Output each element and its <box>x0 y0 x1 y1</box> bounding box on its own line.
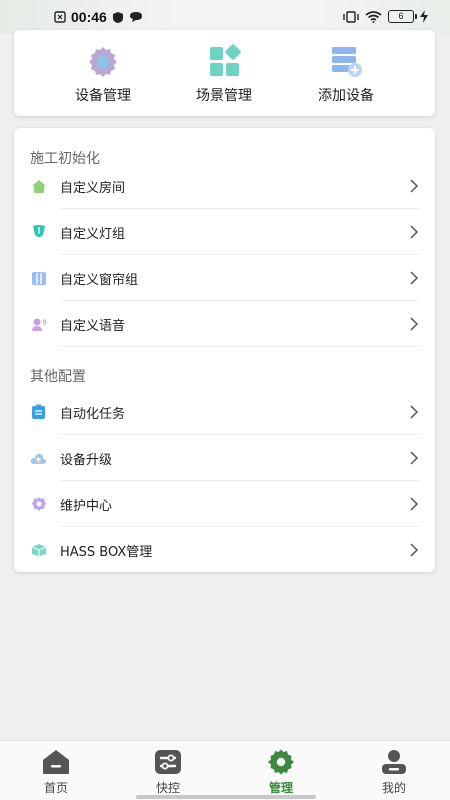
custom-light-group-item[interactable]: 自定义灯组 <box>30 209 420 255</box>
shield-icon <box>112 11 123 23</box>
nav-manage-label: 管理 <box>268 781 293 795</box>
custom-voice-item[interactable]: 自定义语音 <box>30 301 420 347</box>
voice-icon <box>30 316 47 333</box>
home-indicator <box>136 795 316 799</box>
notification-box-icon <box>54 11 66 23</box>
chevron-right-icon <box>410 543 419 557</box>
wifi-icon <box>365 10 382 23</box>
maintenance-icon <box>30 496 47 513</box>
custom-room-item[interactable]: 自定义房间 <box>30 163 420 209</box>
add-device-button[interactable]: 添加设备 <box>286 44 406 105</box>
maintenance-center-label: 维护中心 <box>60 498 113 514</box>
home-icon <box>43 750 69 774</box>
nav-quick-control[interactable]: 快控 <box>138 749 198 796</box>
status-bar: 00:46 6 <box>0 0 450 34</box>
nav-manage[interactable]: 管理 <box>251 749 311 796</box>
cloud-upload-icon <box>30 450 47 467</box>
chevron-right-icon <box>410 497 419 511</box>
add-device-label: 添加设备 <box>318 88 374 104</box>
light-icon <box>30 224 47 241</box>
hass-box-management-label: HASS BOX管理 <box>60 544 153 560</box>
box-icon <box>30 542 47 559</box>
maintenance-center-item[interactable]: 维护中心 <box>30 481 420 527</box>
chevron-right-icon <box>410 405 419 419</box>
status-left: 00:46 <box>54 9 143 25</box>
scene-management-label: 场景管理 <box>196 88 252 104</box>
task-icon <box>30 404 47 421</box>
device-upgrade-label: 设备升级 <box>60 452 113 468</box>
scene-grid-icon <box>210 44 241 76</box>
curtain-icon <box>30 270 47 287</box>
nav-quick-control-label: 快控 <box>155 781 180 795</box>
nav-profile-label: 我的 <box>381 781 406 795</box>
manage-gear-icon <box>268 749 294 775</box>
chevron-right-icon <box>410 317 419 331</box>
status-time: 00:46 <box>71 9 107 25</box>
device-upgrade-item[interactable]: 设备升级 <box>30 435 420 481</box>
top-actions-card: 设备管理 场景管理 添加设备 <box>14 30 435 116</box>
automation-task-label: 自动化任务 <box>60 406 126 422</box>
settings-card: 施工初始化 自定义房间 自定义灯组 自定义窗帘组 自定义语音 其他配置 自动化任… <box>14 128 435 572</box>
automation-task-item[interactable]: 自动化任务 <box>30 389 420 435</box>
battery-indicator: 6 <box>388 10 417 23</box>
custom-curtain-group-item[interactable]: 自定义窗帘组 <box>30 255 420 301</box>
custom-room-label: 自定义房间 <box>60 180 126 196</box>
chevron-right-icon <box>410 225 419 239</box>
custom-voice-label: 自定义语音 <box>60 318 126 334</box>
status-right: 6 <box>343 10 428 23</box>
device-management-label: 设备管理 <box>75 88 131 104</box>
bottom-nav: 首页 快控 管理 我的 <box>0 740 450 800</box>
scene-management-button[interactable]: 场景管理 <box>164 44 284 105</box>
message-icon <box>129 12 142 22</box>
vibrate-icon <box>343 10 359 23</box>
section-title-other-config: 其他配置 <box>30 369 86 385</box>
add-server-icon <box>332 47 362 77</box>
chevron-right-icon <box>410 179 419 193</box>
house-icon <box>30 178 47 195</box>
custom-curtain-group-label: 自定义窗帘组 <box>60 272 139 288</box>
chevron-right-icon <box>410 271 419 285</box>
gear-icon <box>89 47 117 77</box>
device-management-button[interactable]: 设备管理 <box>43 44 163 105</box>
profile-icon <box>382 750 406 774</box>
nav-profile[interactable]: 我的 <box>364 749 424 796</box>
nav-home[interactable]: 首页 <box>26 749 86 796</box>
chevron-right-icon <box>410 451 419 465</box>
custom-light-group-label: 自定义灯组 <box>60 226 126 242</box>
charging-icon <box>420 10 428 23</box>
quick-control-icon <box>155 750 181 774</box>
hass-box-management-item[interactable]: HASS BOX管理 <box>30 527 420 573</box>
divider <box>60 346 420 347</box>
nav-home-label: 首页 <box>43 781 68 795</box>
